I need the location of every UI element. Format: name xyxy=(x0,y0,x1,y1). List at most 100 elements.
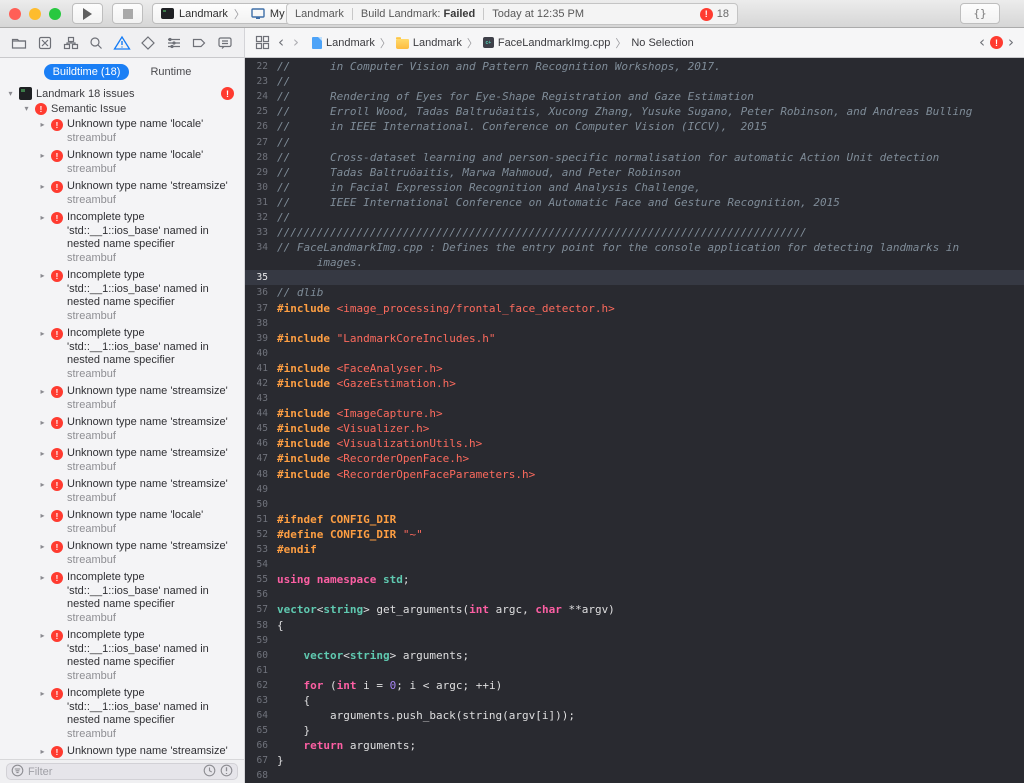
code-line[interactable]: 59 xyxy=(245,633,1024,648)
code-line[interactable]: 47 #include <RecorderOpenFace.h> xyxy=(245,451,1024,466)
code-line[interactable]: 50 xyxy=(245,497,1024,512)
code-line[interactable]: 60 vector<string> arguments; xyxy=(245,648,1024,663)
zoom-window-icon[interactable] xyxy=(49,8,61,20)
forward-button[interactable]: › xyxy=(291,35,301,50)
code-line[interactable]: 23 // xyxy=(245,74,1024,89)
filter-field[interactable] xyxy=(6,763,238,780)
code-line[interactable]: 53 #endif xyxy=(245,542,1024,557)
issue-item[interactable]: ▸! Unknown type name 'locale' streambuf xyxy=(0,116,244,147)
issue-item[interactable]: ▸! Incomplete type 'std::__1::ios_base' n… xyxy=(0,569,244,627)
code-line[interactable]: 56 xyxy=(245,587,1024,602)
code-line[interactable]: 25 // Erroll Wood, Tadas Baltruöaitis, Xu… xyxy=(245,104,1024,119)
source-control-navigator-icon[interactable] xyxy=(36,34,54,52)
minimize-window-icon[interactable] xyxy=(29,8,41,20)
code-line[interactable]: 43 xyxy=(245,391,1024,406)
code-line[interactable]: 49 xyxy=(245,482,1024,497)
source-editor[interactable]: 22 // in Computer Vision and Pattern Reco… xyxy=(245,58,1024,783)
activity-viewer[interactable]: Landmark Build Landmark: Failed Today at… xyxy=(286,3,738,25)
code-line[interactable]: 42 #include <GazeEstimation.h> xyxy=(245,376,1024,391)
breadcrumb-project[interactable]: Landmark xyxy=(326,37,375,49)
debug-navigator-icon[interactable] xyxy=(165,34,183,52)
code-line[interactable]: 29 // Tadas Baltruöaitis, Marwa Mahmoud, … xyxy=(245,165,1024,180)
code-line[interactable]: 28 // Cross-dataset learning and person-s… xyxy=(245,150,1024,165)
semantic-issue-group-row[interactable]: ▾ ! Semantic Issue xyxy=(0,101,244,116)
disclosure-triangle-icon[interactable]: ▸ xyxy=(38,540,47,551)
test-navigator-icon[interactable] xyxy=(139,34,157,52)
project-root-row[interactable]: ▾ Landmark 18 issues ! xyxy=(0,86,244,101)
disclosure-triangle-icon[interactable]: ▸ xyxy=(38,478,47,489)
code-line[interactable]: 24 // Rendering of Eyes for Eye-Shape Reg… xyxy=(245,89,1024,104)
code-line[interactable]: 55 using namespace std; xyxy=(245,572,1024,587)
issue-item[interactable]: ▸! Incomplete type 'std::__1::ios_base' n… xyxy=(0,209,244,267)
back-button[interactable]: ‹ xyxy=(276,35,286,50)
code-line[interactable]: 36 // dlib xyxy=(245,285,1024,300)
tab-buildtime[interactable]: Buildtime (18) xyxy=(43,64,130,80)
disclosure-triangle-icon[interactable]: ▸ xyxy=(38,629,47,640)
code-line[interactable]: 32 // xyxy=(245,210,1024,225)
issue-item[interactable]: ▸! Unknown type name 'streamsize'streambu… xyxy=(0,383,244,414)
disclosure-triangle-icon[interactable]: ▸ xyxy=(38,269,47,280)
issue-item[interactable]: ▸! Unknown type name 'streamsize'streambu… xyxy=(0,414,244,445)
code-line[interactable]: 44 #include <ImageCapture.h> xyxy=(245,406,1024,421)
disclosure-triangle-icon[interactable]: ▸ xyxy=(38,149,47,160)
issue-item[interactable]: ▸! Unknown type name 'locale' streambuf xyxy=(0,147,244,178)
code-line[interactable]: 38 xyxy=(245,316,1024,331)
code-line[interactable]: 58 { xyxy=(245,617,1024,632)
code-editor-mode-button[interactable]: {} xyxy=(960,3,1000,24)
disclosure-triangle-icon[interactable]: ▸ xyxy=(38,211,47,222)
issue-item[interactable]: ▸! Unknown type name 'streamsize'streambu… xyxy=(0,178,244,209)
code-line[interactable]: 46 #include <VisualizationUtils.h> xyxy=(245,436,1024,451)
code-line[interactable]: 26 // in IEEE International. Conference o… xyxy=(245,119,1024,134)
related-items-icon[interactable] xyxy=(253,34,271,52)
code-line[interactable]: 40 xyxy=(245,346,1024,361)
code-line[interactable]: 45 #include <Visualizer.h> xyxy=(245,421,1024,436)
disclosure-triangle-icon[interactable]: ▸ xyxy=(38,327,47,338)
issue-item[interactable]: ▸! Unknown type name 'locale' streambuf xyxy=(0,507,244,538)
disclosure-triangle-icon[interactable]: ▸ xyxy=(38,687,47,698)
code-line[interactable]: 63 { xyxy=(245,693,1024,708)
tab-runtime[interactable]: Runtime xyxy=(141,64,200,80)
previous-issue-button[interactable]: ‹ xyxy=(977,35,987,50)
code-line[interactable]: images. xyxy=(245,255,1024,270)
code-line[interactable]: 61 xyxy=(245,663,1024,678)
errors-only-icon[interactable] xyxy=(220,764,233,780)
code-line[interactable]: 48 #include <RecorderOpenFaceParameters.h… xyxy=(245,467,1024,482)
filter-input[interactable] xyxy=(28,765,199,778)
issue-item[interactable]: ▸! Unknown type name 'streamsize'streambu… xyxy=(0,476,244,507)
status-error-counter[interactable]: ! 18 xyxy=(699,7,729,21)
code-line[interactable]: 35 xyxy=(245,270,1024,286)
code-line[interactable]: 33 //////////////////////////////////////… xyxy=(245,225,1024,240)
code-line[interactable]: 65 } xyxy=(245,723,1024,738)
issue-item[interactable]: ▸! Incomplete type 'std::__1::ios_base' n… xyxy=(0,267,244,325)
breadcrumb-group[interactable]: Landmark xyxy=(413,37,462,49)
run-button[interactable] xyxy=(72,3,103,24)
issue-item[interactable]: ▸! Unknown type name 'streamsize'streambu… xyxy=(0,538,244,569)
stop-button[interactable] xyxy=(112,3,143,24)
code-line[interactable]: 66 return arguments; xyxy=(245,738,1024,753)
breadcrumb-selection[interactable]: No Selection xyxy=(631,37,693,49)
disclosure-triangle-icon[interactable]: ▸ xyxy=(38,571,47,582)
disclosure-triangle-icon[interactable]: ▾ xyxy=(6,89,15,98)
recent-issues-icon[interactable] xyxy=(203,764,216,780)
close-window-icon[interactable] xyxy=(9,8,21,20)
code-line[interactable]: 30 // in Facial Expression Recognition an… xyxy=(245,180,1024,195)
disclosure-triangle-icon[interactable]: ▸ xyxy=(38,118,47,129)
code-line[interactable]: 68 xyxy=(245,768,1024,783)
disclosure-triangle-icon[interactable]: ▸ xyxy=(38,745,47,756)
error-icon[interactable]: ! xyxy=(990,36,1003,49)
disclosure-triangle-icon[interactable]: ▸ xyxy=(38,447,47,458)
breadcrumb-file[interactable]: FaceLandmarkImg.cpp xyxy=(498,37,611,49)
find-navigator-icon[interactable] xyxy=(87,34,105,52)
breakpoint-navigator-icon[interactable] xyxy=(190,34,208,52)
project-navigator-icon[interactable] xyxy=(10,34,28,52)
code-line[interactable]: 64 arguments.push_back(string(argv[i])); xyxy=(245,708,1024,723)
code-line[interactable]: 27 // xyxy=(245,134,1024,149)
code-line[interactable]: 41 #include <FaceAnalyser.h> xyxy=(245,361,1024,376)
disclosure-triangle-icon[interactable]: ▸ xyxy=(38,180,47,191)
symbol-navigator-icon[interactable] xyxy=(62,34,80,52)
issue-navigator-icon[interactable] xyxy=(113,34,131,52)
issue-item[interactable]: ▸! Incomplete type 'std::__1::ios_base' n… xyxy=(0,325,244,383)
issue-item[interactable]: ▸! Incomplete type 'std::__1::ios_base' n… xyxy=(0,685,244,743)
code-line[interactable]: 57 vector<string> get_arguments(int argc,… xyxy=(245,602,1024,617)
next-issue-button[interactable]: › xyxy=(1006,35,1016,50)
